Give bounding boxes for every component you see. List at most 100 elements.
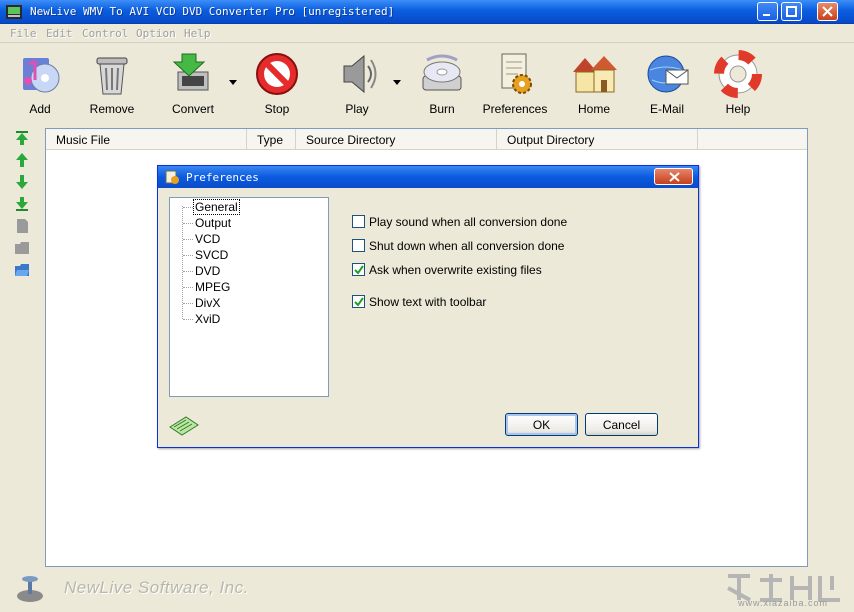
tree-item-svcd[interactable]: SVCD [195,248,228,262]
preferences-label: Preferences [482,102,548,116]
remove-label: Remove [89,102,135,116]
burn-button[interactable]: Burn [407,50,477,118]
checkmark-icon [354,265,364,275]
move-top-icon[interactable] [14,130,30,146]
play-sound-checkbox[interactable] [352,215,365,228]
tree-item-output[interactable]: Output [195,216,231,230]
play-sound-label: Play sound when all conversion done [369,215,568,229]
column-output-directory[interactable]: Output Directory [497,129,698,150]
play-label: Play [345,102,369,116]
column-source-directory[interactable]: Source Directory [296,129,497,150]
checkmark-icon [354,297,364,307]
tree-connector [183,239,193,240]
ask-overwrite-checkbox[interactable] [352,263,365,276]
home-icon [573,56,617,93]
tree-connector [183,255,193,256]
toolbar: Add Remove Convert Stop Play Burn Prefer… [0,44,854,122]
column-music-file[interactable]: Music File [46,129,247,150]
stop-label: Stop [264,102,290,116]
help-button[interactable]: Help [703,50,773,118]
add-label: Add [29,102,51,116]
file-icon[interactable] [14,218,30,234]
newlive-logo-icon [17,576,43,602]
settings-tree[interactable]: General Output VCD SVCD DVD MPEG DivX Xv… [169,197,329,397]
menu-edit[interactable]: Edit [46,27,73,40]
shut-down-checkbox[interactable] [352,239,365,252]
maximize-button[interactable] [781,2,802,21]
speaker-icon [343,54,377,94]
convert-label: Convert [171,102,215,116]
open-folder-icon[interactable] [14,262,30,278]
brand-text: NewLive Software, Inc. [64,578,249,597]
email-globe-icon [647,55,689,93]
maximize-icon [786,6,797,17]
minimize-button[interactable] [757,2,778,21]
ok-button[interactable]: OK [505,413,578,436]
home-button[interactable]: Home [559,50,629,118]
tree-item-xvid[interactable]: XviD [195,312,220,326]
close-button[interactable] [817,2,838,21]
watermark-url: www.xiazaiba.com [738,598,829,608]
move-up-icon[interactable] [14,152,30,168]
tree-connector [183,303,193,304]
column-type[interactable]: Type [247,129,296,150]
menu-control[interactable]: Control [82,27,128,40]
email-button[interactable]: E-Mail [632,50,702,118]
shut-down-label: Shut down when all conversion done [369,239,565,253]
stop-button[interactable]: Stop [242,50,312,118]
dialog-titlebar[interactable]: Preferences [158,166,698,188]
column-filler [698,129,807,150]
tree-connector [183,223,193,224]
remove-button[interactable]: Remove [77,50,147,118]
green-notebook-icon [169,416,199,436]
close-icon [822,6,833,17]
menu-bar: File Edit Control Option Help [0,24,854,43]
stop-sign-icon [256,53,298,95]
move-bottom-icon[interactable] [14,196,30,212]
cancel-button[interactable]: Cancel [585,413,658,436]
lifebuoy-icon [714,50,762,98]
preferences-dialog: Preferences General Output VCD SVCD DVD … [157,165,699,448]
convert-dropdown-icon[interactable] [229,80,237,86]
play-dropdown-icon[interactable] [393,80,401,86]
tree-connector [183,287,193,288]
minimize-icon [763,14,770,16]
window-titlebar[interactable]: NewLive WMV To AVI VCD DVD Converter Pro… [0,0,854,24]
menu-help[interactable]: Help [184,27,211,40]
menu-file[interactable]: File [10,27,37,40]
home-label: Home [577,102,610,116]
close-icon [669,172,680,182]
move-down-icon[interactable] [14,174,30,190]
add-music-icon [23,58,60,93]
convert-button[interactable]: Convert [158,50,228,118]
status-bar: NewLive Software, Inc. www.xiazaiba.com [0,568,854,612]
tree-connector [183,207,193,208]
list-actions-strip [10,128,38,288]
tree-connector [183,319,193,320]
folder-icon[interactable] [14,240,30,256]
menu-option[interactable]: Option [136,27,176,40]
preferences-gear-icon [501,53,532,94]
ask-overwrite-label: Ask when overwrite existing files [369,263,542,277]
show-text-checkbox[interactable] [352,295,365,308]
app-icon [6,5,22,19]
tree-connector [183,271,193,272]
play-button[interactable]: Play [322,50,392,118]
help-label: Help [725,102,751,116]
disc-burn-icon [422,54,462,91]
dialog-title: Preferences [186,171,259,184]
tree-item-vcd[interactable]: VCD [195,232,220,246]
tree-item-dvd[interactable]: DVD [195,264,220,278]
show-text-label: Show text with toolbar [369,295,487,309]
window-title: NewLive WMV To AVI VCD DVD Converter Pro… [30,5,395,18]
trash-can-icon [96,57,128,95]
email-label: E-Mail [649,102,684,116]
add-button[interactable]: Add [5,50,75,118]
dialog-close-button[interactable] [654,168,693,185]
tree-item-mpeg[interactable]: MPEG [195,280,230,294]
burn-label: Burn [429,102,455,116]
preferences-dialog-icon [165,170,179,184]
tree-item-general[interactable]: General [193,199,240,215]
tree-item-divx[interactable]: DivX [195,296,220,310]
preferences-button[interactable]: Preferences [480,50,550,118]
